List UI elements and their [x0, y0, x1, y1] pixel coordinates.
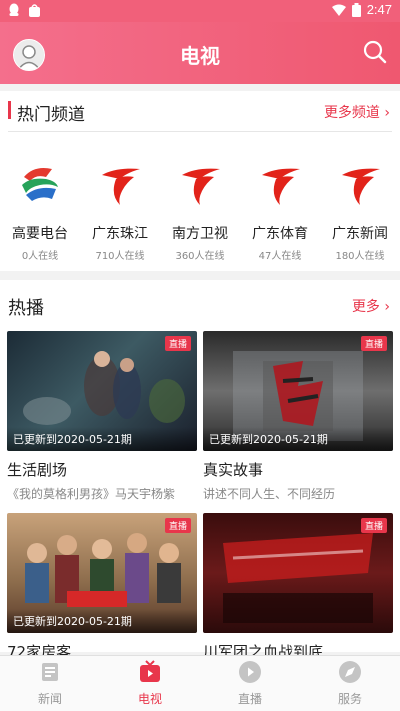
channel-name: 广东珠江	[92, 226, 148, 242]
channel-item[interactable]: 广东体育 47人在线	[240, 161, 320, 262]
show-thumbnail: 直播	[203, 513, 393, 633]
status-bar: 2:47	[0, 0, 400, 22]
tab-label: 电视	[137, 692, 162, 706]
gdtv-logo-icon	[342, 168, 380, 205]
live-badge: 直播	[164, 518, 191, 533]
channel-name: 南方卫视	[172, 226, 228, 242]
channel-name: 高要电台	[12, 226, 68, 242]
tab-label: 服务	[337, 692, 362, 706]
news-icon	[42, 663, 58, 681]
hot-channels-section: 热门频道 更多频道 › 高要电台 0人在线 广东珠江 710人在线 南方卫视 3…	[0, 91, 400, 271]
tab-tv[interactable]: 电视	[100, 656, 200, 711]
show-title: 真实故事	[203, 461, 264, 479]
battery-icon	[351, 2, 361, 17]
more-channels-link[interactable]: 更多频道 ›	[324, 102, 390, 122]
more-shows-label: 更多	[351, 299, 380, 315]
bag-icon	[29, 4, 40, 17]
wifi-icon	[331, 4, 346, 16]
chevron-right-icon: ›	[384, 105, 390, 121]
tab-news[interactable]: 新闻	[0, 656, 100, 711]
tab-label: 直播	[237, 692, 262, 706]
online-count: 710人在线	[95, 251, 145, 262]
show-card[interactable]: 直播 已更新到2020-05-21期 生活剧场 《我的莫格利男孩》马天宇杨紫	[7, 331, 197, 502]
channel-item[interactable]: 南方卫视 360人在线	[160, 161, 240, 262]
show-description: 讲述不同人生、不同经历	[203, 487, 336, 501]
search-button[interactable]	[362, 39, 388, 65]
more-shows-link[interactable]: 更多 ›	[352, 296, 390, 316]
tab-live[interactable]: 直播	[200, 656, 300, 711]
tab-service[interactable]: 服务	[300, 656, 400, 711]
online-count: 47人在线	[258, 251, 302, 262]
section-title: 热门频道	[17, 105, 85, 125]
show-thumbnail: 直播 已更新到2020-05-21期	[7, 513, 197, 633]
online-count: 360人在线	[175, 251, 225, 262]
tv-icon	[140, 660, 160, 682]
channel-list: 高要电台 0人在线 广东珠江 710人在线 南方卫视 360人在线 广东体育 4…	[0, 161, 400, 262]
status-time: 2:47	[366, 2, 392, 17]
section-header: 热门频道 更多频道 ›	[0, 91, 400, 131]
qq-icon	[9, 3, 19, 16]
update-label: 已更新到2020-05-21期	[203, 427, 393, 451]
gdtv-logo-icon	[102, 168, 140, 205]
compass-icon	[339, 661, 361, 683]
online-count: 180人在线	[335, 251, 385, 262]
show-card[interactable]: 直播 已更新到2020-05-21期 真实故事 讲述不同人生、不同经历	[203, 331, 393, 502]
divider	[8, 131, 392, 132]
show-description: 《我的莫格利男孩》马天宇杨紫	[7, 487, 176, 501]
section-title: 热播	[8, 298, 44, 319]
channel-item[interactable]: 广东珠江 710人在线	[80, 161, 160, 262]
section-accent-bar	[8, 101, 11, 119]
chevron-right-icon: ›	[384, 299, 390, 315]
channel-name: 广东新闻	[332, 226, 388, 242]
search-icon	[363, 40, 387, 64]
live-badge: 直播	[360, 518, 387, 533]
show-card[interactable]: 直播 已更新到2020-05-21期 72家房客	[7, 513, 197, 662]
live-badge: 直播	[164, 336, 191, 351]
channel-item[interactable]: 广东新闻 180人在线	[320, 161, 400, 262]
more-channels-label: 更多频道	[323, 105, 380, 121]
gdtv-logo-icon	[182, 168, 220, 205]
live-badge: 直播	[360, 336, 387, 351]
update-label: 已更新到2020-05-21期	[7, 609, 197, 633]
show-thumbnail: 直播 已更新到2020-05-21期	[7, 331, 197, 451]
channel-item[interactable]: 高要电台 0人在线	[0, 161, 80, 262]
channel-name: 广东体育	[252, 226, 308, 242]
bottom-tab-bar: 新闻 电视 直播 服务	[0, 655, 400, 711]
show-thumbnail: 直播 已更新到2020-05-21期	[203, 331, 393, 451]
gdtv-logo-icon	[262, 168, 300, 205]
show-title: 生活剧场	[7, 461, 68, 479]
tab-label: 新闻	[37, 692, 62, 706]
app-header: 电视	[0, 22, 400, 84]
show-card[interactable]: 直播 川军团之血战到底	[203, 513, 393, 662]
play-circle-icon	[239, 661, 261, 683]
hot-shows-section: 热播 更多 › 直播 已更新到2020-05-21期 生活剧场 《我的莫格利男孩…	[0, 280, 400, 661]
online-count: 0人在线	[21, 251, 59, 262]
notification-icons	[8, 3, 41, 18]
update-label: 已更新到2020-05-21期	[7, 427, 197, 451]
page-title: 电视	[180, 44, 220, 68]
gaoyao-logo-icon	[22, 168, 58, 201]
